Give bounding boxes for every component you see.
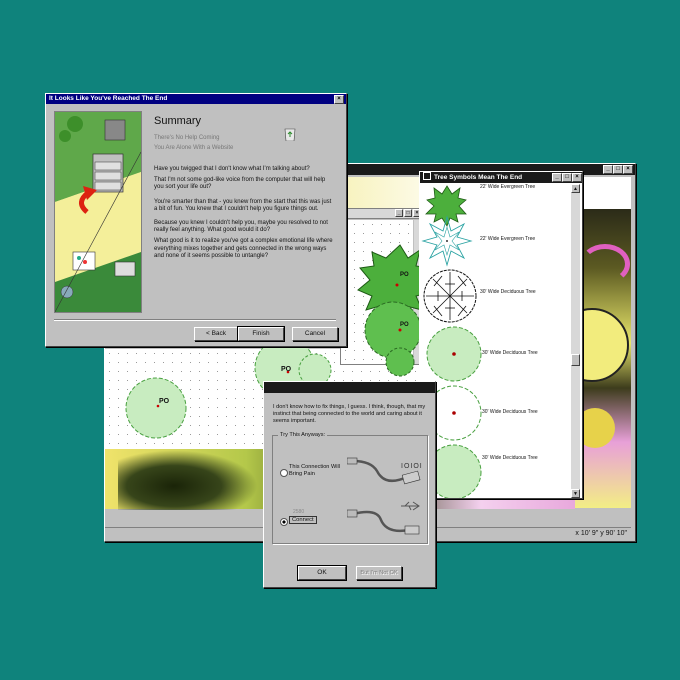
tree-label-6: 30' Wide Deciduous Tree	[482, 455, 538, 461]
minimize-button[interactable]: _	[603, 165, 613, 174]
cancel-button[interactable]: Cancel	[292, 327, 338, 341]
tree-symbols-titlebar[interactable]: Tree Symbols Mean The End _ □ ×	[420, 172, 582, 183]
pain-option-label[interactable]: This Connection Will Bring Pain	[289, 464, 343, 478]
maximize-button[interactable]: □	[404, 209, 412, 217]
wizard-isometric-art	[55, 112, 141, 312]
inner-plan-window: _ □ ×	[340, 208, 422, 365]
summary-subline-1: There's No Help Coming	[154, 135, 220, 141]
tree-label-2: 22' Wide Evergreen Tree	[480, 236, 536, 242]
connect-titlebar[interactable]	[264, 382, 435, 393]
connect-radio[interactable]	[280, 518, 288, 526]
ok-button[interactable]: OK	[297, 565, 347, 581]
tree-label-3: 30' Wide Deciduous Tree	[480, 289, 536, 295]
scroll-down-button[interactable]: ▼	[571, 489, 580, 498]
tree-symbol-list	[421, 185, 482, 498]
plan-label-2: PO	[159, 398, 170, 405]
tree-symbols-window: Tree Symbols Mean The End _ □ × ▲ ▼ 22' …	[419, 171, 583, 499]
summary-titlebar[interactable]: It Looks Like You've Reached The End ×	[46, 94, 346, 104]
summary-subline-2: You Are Alone With a Website	[154, 145, 234, 151]
group-label: Try This Anyways:	[278, 432, 328, 438]
pink-swoosh	[580, 244, 630, 284]
plan-label-4: PO	[400, 272, 409, 278]
maximize-button[interactable]: □	[613, 165, 623, 174]
close-button[interactable]: ×	[623, 165, 633, 174]
coordinate-readout: x 10' 9" y 90' 10"	[575, 530, 627, 537]
tree-label-4: 30' Wide Deciduous Tree	[482, 350, 538, 356]
connect-dialog: I don't know how to fix things, I guess.…	[263, 381, 436, 588]
tree-label-1: 22' Wide Evergreen Tree	[480, 184, 536, 190]
tree-label-5: 30' Wide Deciduous Tree	[482, 409, 538, 415]
close-button[interactable]: ×	[334, 95, 344, 104]
minimize-button[interactable]: _	[395, 209, 403, 217]
minimize-button[interactable]: _	[552, 173, 562, 182]
summary-paragraph-1: Have you twigged that I don't know what …	[154, 166, 310, 172]
summary-wizard-window: It Looks Like You've Reached The End × S…	[45, 93, 347, 347]
summary-heading: Summary	[154, 115, 202, 127]
tree-window-icon	[423, 172, 431, 180]
plan-label-3: PO	[400, 322, 409, 328]
tree-window-title: Tree Symbols Mean The End	[434, 174, 523, 181]
summary-paragraph-2: That I'm not some god-like voice from th…	[154, 177, 326, 191]
summary-paragraph-5: What good is it to realize you've got a …	[154, 238, 333, 259]
pain-radio[interactable]	[280, 469, 288, 477]
back-button[interactable]: < Back	[194, 327, 238, 341]
close-button[interactable]: ×	[572, 173, 582, 182]
plan-label-1: PO	[281, 366, 292, 373]
desktop: { "colors":{"desktop":"#0f837c","title_b…	[0, 0, 680, 680]
usb-cable-icon	[347, 501, 420, 535]
summary-body: Have you twigged that I don't know what …	[154, 166, 336, 260]
try-anyways-group: Try This Anyways: This Connection Will B…	[272, 432, 428, 544]
wizard-illustration	[54, 111, 142, 313]
scroll-up-button[interactable]: ▲	[571, 184, 580, 193]
recycle-bin-icon	[284, 127, 296, 142]
connect-small-text: 2580	[293, 509, 305, 515]
not-ok-button[interactable]: But I'm Not OK	[356, 566, 402, 580]
summary-paragraph-3: You're smarter than that - you knew from…	[154, 198, 332, 212]
connect-option-label[interactable]: Connect	[289, 516, 317, 524]
scroll-thumb[interactable]	[571, 354, 580, 366]
dune-graphic	[118, 450, 258, 510]
serial-cable-icon	[347, 457, 421, 485]
tree-window-scrollbar[interactable]: ▲ ▼	[571, 184, 580, 498]
connect-message: I don't know how to fix things, I guess.…	[273, 404, 426, 424]
tree-symbol-3	[423, 269, 477, 323]
summary-divider	[54, 319, 336, 321]
tree-symbol-4	[426, 326, 482, 382]
maximize-button[interactable]: □	[562, 173, 572, 182]
finish-button[interactable]: Finish	[237, 326, 285, 342]
summary-title: It Looks Like You've Reached The End	[49, 95, 168, 102]
summary-paragraph-4: Because you knew I couldn't help you, ma…	[154, 220, 328, 234]
